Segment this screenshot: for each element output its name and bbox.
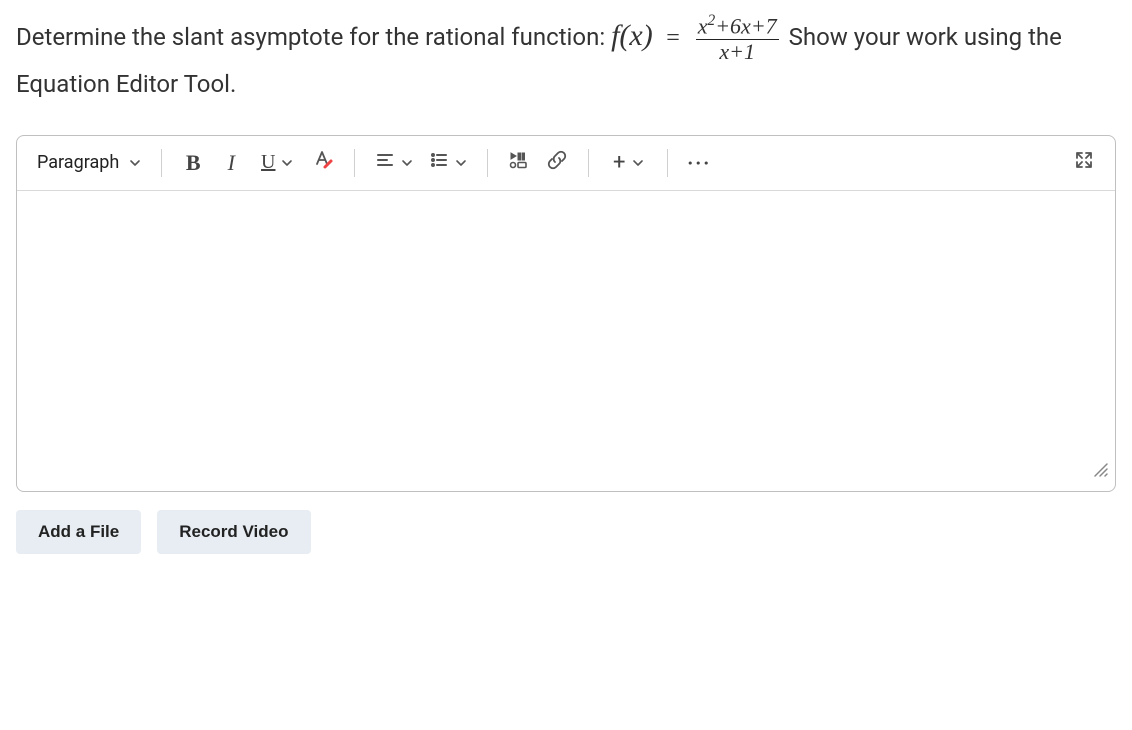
math-function: f(x) [611,19,660,52]
rich-text-editor: Paragraph B I U [16,135,1116,492]
font-color-button[interactable] [306,146,340,180]
question-text: Determine the slant asymptote for the ra… [16,10,1116,105]
more-options-button[interactable]: ··· [682,146,716,180]
fraction-denominator: x+1 [696,40,779,64]
editor-content-area[interactable] [17,191,1115,491]
action-buttons-row: Add a File Record Video [16,510,1116,554]
toolbar-divider [487,149,488,177]
chevron-down-icon [281,157,293,169]
chevron-down-icon [632,157,644,169]
insert-plus-button[interactable]: + [603,146,653,180]
fraction-numerator: x2+6x+7 [696,13,779,40]
underline-button[interactable]: U [252,146,302,180]
font-color-icon [312,149,334,176]
bullet-list-icon [429,150,449,175]
chevron-down-icon [129,157,141,169]
toolbar-divider [354,149,355,177]
record-video-button[interactable]: Record Video [157,510,310,554]
bold-button[interactable]: B [176,146,210,180]
link-icon [546,149,568,176]
math-fraction: x2+6x+7 x+1 [696,13,779,64]
media-icon [508,150,530,175]
resize-handle-icon[interactable] [1091,460,1109,483]
expand-icon [1074,150,1094,175]
editor-toolbar: Paragraph B I U [17,136,1115,191]
add-file-button[interactable]: Add a File [16,510,141,554]
toolbar-divider [667,149,668,177]
chevron-down-icon [401,157,413,169]
toolbar-divider [161,149,162,177]
list-button[interactable] [423,146,473,180]
equals-sign: = [666,25,680,51]
toolbar-divider [588,149,589,177]
align-button[interactable] [369,146,419,180]
question-part1: Determine the slant asymptote for the ra… [16,23,605,51]
insert-link-button[interactable] [540,146,574,180]
italic-button[interactable]: I [214,146,248,180]
chevron-down-icon [455,157,467,169]
paragraph-style-select[interactable]: Paragraph [31,148,147,177]
fullscreen-button[interactable] [1067,146,1101,180]
insert-media-button[interactable] [502,146,536,180]
align-left-icon [375,150,395,175]
